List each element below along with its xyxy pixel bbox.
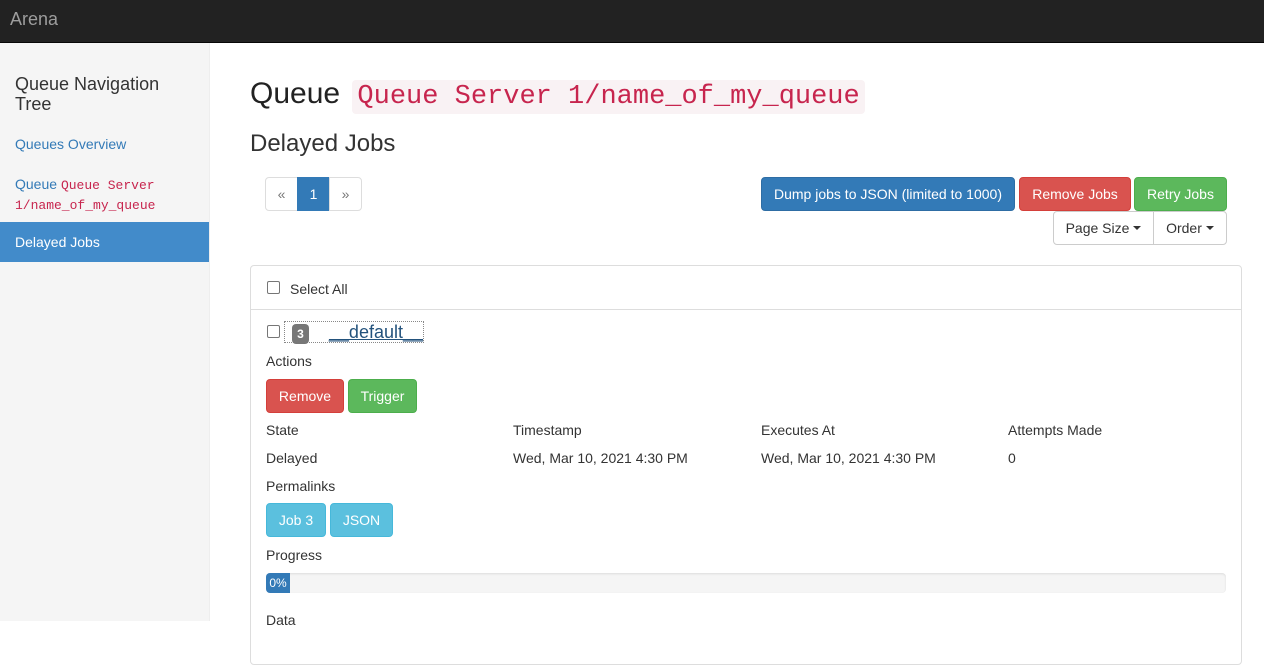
trigger-job-button[interactable]: Trigger <box>348 379 417 413</box>
page-size-label: Page Size <box>1065 220 1130 236</box>
caret-down-icon <box>1205 226 1214 230</box>
column-header-timestamp: Timestamp <box>513 422 582 438</box>
progress-label: Progress <box>266 547 323 563</box>
job-checkbox[interactable] <box>267 325 280 338</box>
sidebar-title: Queue Navigation Tree <box>15 74 160 114</box>
sidebar-item-queue[interactable]: Queue Queue Server 1/name_of_my_queue <box>15 175 155 215</box>
permalink-json-button[interactable]: JSON <box>330 503 393 537</box>
job-name-link[interactable]: __default__ <box>329 322 423 343</box>
column-header-state: State <box>266 422 299 438</box>
job-title[interactable]: 3 __default__ <box>284 321 424 344</box>
column-header-executes-at: Executes At <box>761 422 835 438</box>
page-title-queue-name: Queue Server 1/name_of_my_queue <box>352 80 865 114</box>
order-dropdown[interactable]: Order <box>1153 211 1227 245</box>
job-executes-at-value: Wed, Mar 10, 2021 4:30 PM <box>761 450 936 466</box>
select-all-label: Select All <box>290 281 348 297</box>
page-title-prefix: Queue <box>250 77 341 110</box>
sidebar-queue-name-line1: Queue Server <box>60 178 155 193</box>
column-header-attempts: Attempts Made <box>1008 422 1103 438</box>
dump-jobs-json-button[interactable]: Dump jobs to JSON (limited to 1000) <box>761 177 1015 211</box>
page-size-dropdown[interactable]: Page Size <box>1053 211 1154 245</box>
remove-job-button[interactable]: Remove <box>266 379 344 413</box>
permalinks-label: Permalinks <box>266 478 336 494</box>
data-label: Data <box>266 612 296 628</box>
job-progress-bar: 0% <box>266 573 1226 593</box>
job-id-badge: 3 <box>292 323 309 344</box>
job-state-value: Delayed <box>266 450 318 466</box>
sidebar-queue-name-line2: 1/name_of_my_queue <box>15 198 156 213</box>
sidebar-queue-prefix: Queue <box>15 176 58 192</box>
panel-divider <box>251 309 1241 310</box>
job-timestamp-value: Wed, Mar 10, 2021 4:30 PM <box>513 450 688 466</box>
sidebar-item-delayed-jobs[interactable]: Delayed Jobs <box>0 222 209 262</box>
page-title: Queue Queue Server 1/name_of_my_queue <box>250 74 865 117</box>
section-title: Delayed Jobs <box>250 130 396 157</box>
pagination-next-button[interactable]: » <box>329 177 362 211</box>
retry-jobs-button[interactable]: Retry Jobs <box>1134 177 1227 211</box>
sidebar-item-queues-overview[interactable]: Queues Overview <box>15 136 126 152</box>
remove-jobs-button[interactable]: Remove Jobs <box>1019 177 1131 211</box>
pagination-page-1[interactable]: 1 <box>297 177 330 211</box>
pagination-prev-button[interactable]: « <box>265 177 298 211</box>
permalink-job-button[interactable]: Job 3 <box>266 503 326 537</box>
caret-down-icon <box>1133 226 1142 230</box>
job-attempts-value: 0 <box>1008 450 1016 466</box>
select-all-checkbox[interactable] <box>267 281 280 294</box>
pagination: « 1 » <box>265 177 362 211</box>
actions-label: Actions <box>266 353 312 369</box>
sidebar: Queue Navigation Tree Queues Overview Qu… <box>0 43 210 621</box>
progress-bar-fill: 0% <box>266 573 290 593</box>
top-navbar: Arena <box>0 0 1264 43</box>
order-label: Order <box>1166 220 1202 236</box>
brand-link[interactable]: Arena <box>10 9 58 30</box>
